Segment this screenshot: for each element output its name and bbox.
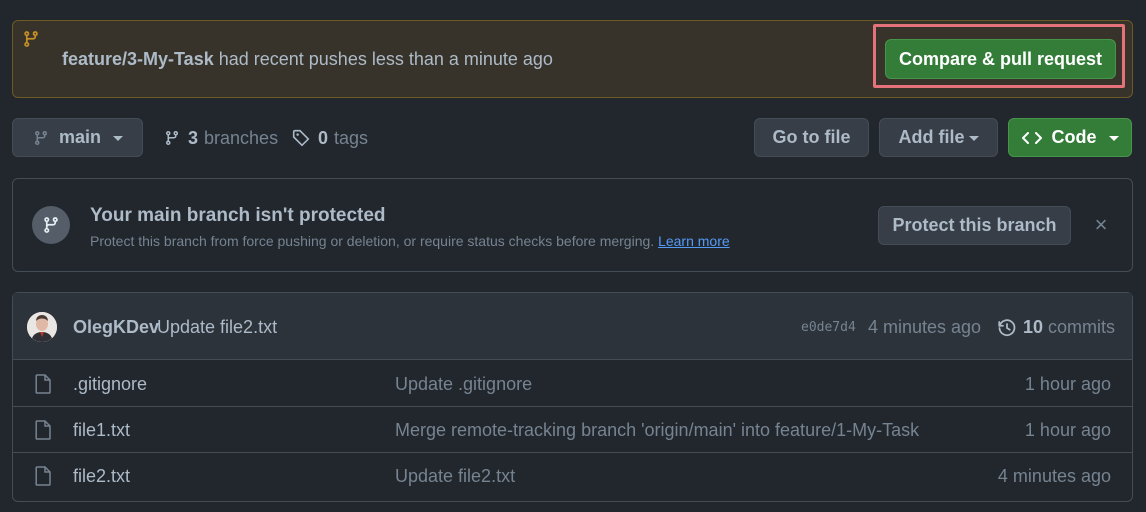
row-divider — [13, 406, 1132, 407]
protect-description: Protect this branch from force pushing o… — [90, 233, 730, 249]
commits-history-link[interactable]: 10 commits — [997, 317, 1115, 338]
push-banner-text: feature/3-My-Task had recent pushes less… — [62, 49, 553, 69]
commit-time: 4 minutes ago — [868, 317, 982, 337]
chevron-down-icon — [1108, 136, 1119, 141]
push-branch-link[interactable]: feature/3-My-Task — [62, 49, 214, 69]
history-icon — [998, 318, 1016, 336]
row-divider — [13, 452, 1132, 453]
code-button[interactable]: Code — [1008, 118, 1132, 157]
file-name-link[interactable]: file1.txt — [73, 420, 130, 441]
protect-description-text: Protect this branch from force pushing o… — [90, 233, 655, 249]
file-icon — [35, 374, 51, 394]
tag-icon — [292, 129, 310, 147]
file-age: 4 minutes ago — [997, 466, 1111, 486]
file-commit-link[interactable]: Update .gitignore — [395, 374, 532, 395]
close-icon[interactable]: × — [1090, 214, 1112, 236]
file-commit-link[interactable]: Merge remote-tracking branch 'origin/mai… — [395, 420, 919, 441]
protect-icon-badge — [32, 206, 70, 244]
chevron-down-icon — [113, 136, 124, 141]
push-message: had recent pushes less than a minute ago — [213, 49, 553, 69]
commits-count: 10 — [1023, 317, 1044, 337]
avatar[interactable] — [27, 312, 57, 342]
protect-title: Your main branch isn't protected — [90, 205, 386, 226]
file-age: 1 hour ago — [1024, 420, 1111, 440]
chevron-down-icon — [968, 136, 979, 141]
add-file-button[interactable]: Add file — [879, 118, 998, 157]
branches-count: 3 — [188, 128, 199, 148]
git-branch-icon — [44, 217, 58, 233]
user-avatar-icon — [27, 312, 57, 342]
file-name-link[interactable]: file2.txt — [73, 466, 130, 487]
protect-branch-button[interactable]: Protect this branch — [878, 206, 1071, 245]
tags-link[interactable]: 0 tags — [292, 128, 368, 148]
tags-label: tags — [334, 128, 369, 148]
file-icon — [35, 420, 51, 440]
branches-label: branches — [204, 128, 279, 148]
file-name-link[interactable]: .gitignore — [73, 374, 147, 395]
compare-pull-request-button[interactable]: Compare & pull request — [885, 39, 1116, 79]
commit-author[interactable]: OlegKDev — [73, 317, 159, 338]
branch-name: main — [59, 127, 102, 147]
code-icon — [1021, 131, 1042, 144]
go-to-file-button[interactable]: Go to file — [754, 118, 869, 157]
commit-sha[interactable]: e0de7d4 — [801, 320, 856, 335]
tags-count: 0 — [318, 128, 329, 148]
branches-link[interactable]: 3 branches — [164, 128, 278, 148]
git-branch-icon — [165, 131, 178, 146]
branch-selector[interactable]: main — [12, 118, 143, 157]
add-file-label: Add file — [898, 127, 965, 147]
commit-message[interactable]: Update file2.txt — [157, 317, 277, 338]
file-icon — [35, 466, 51, 486]
learn-more-link[interactable]: Learn more — [658, 233, 730, 249]
git-branch-icon — [24, 31, 38, 47]
code-label: Code — [1051, 127, 1097, 147]
file-age: 1 hour ago — [1024, 374, 1111, 394]
file-commit-link[interactable]: Update file2.txt — [395, 466, 515, 487]
git-branch-icon — [34, 130, 47, 145]
commits-label: commits — [1048, 317, 1116, 337]
